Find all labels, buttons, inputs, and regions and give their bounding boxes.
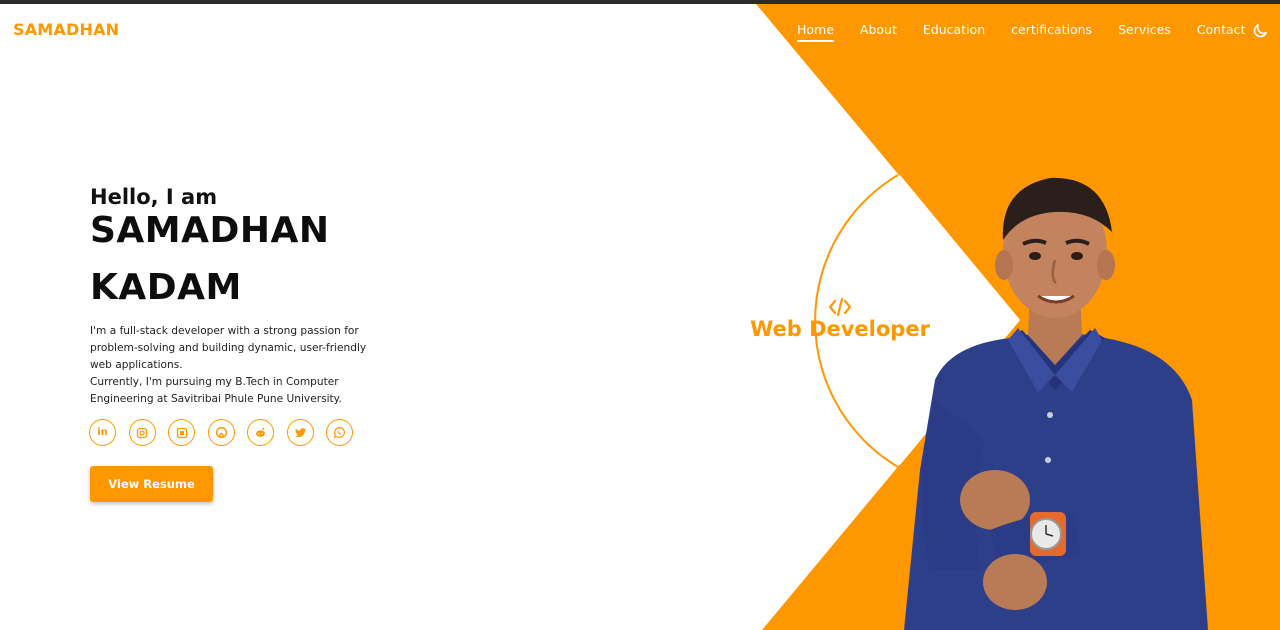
hero-intro: Hello, I am SAMADHAN KADAM I'm a full-st… — [90, 183, 410, 408]
linkedin-icon[interactable]: in — [89, 419, 116, 446]
hero-bio: I'm a full-stack developer with a strong… — [90, 323, 390, 408]
role-badge: Web Developer — [740, 297, 940, 341]
instagram-icon[interactable] — [128, 419, 156, 446]
social-links: in — [89, 419, 366, 446]
hero-last-name: KADAM — [90, 267, 242, 308]
reddit-glyph — [256, 427, 265, 437]
instagram-glyph — [136, 427, 148, 438]
navbar: SAMADHAN Home About Education certificat… — [0, 4, 1280, 56]
hero-first-name: SAMADHAN — [90, 210, 330, 251]
nav-link-about[interactable]: About — [860, 22, 897, 37]
bio-paragraph-1: I'm a full-stack developer with a strong… — [90, 325, 367, 371]
nav-link-certifications[interactable]: certifications — [1011, 22, 1092, 37]
profile-photo — [904, 177, 1208, 630]
hero-greeting: Hello, I am — [90, 185, 218, 209]
nav-link-education[interactable]: Education — [923, 22, 985, 37]
site-logo[interactable]: SAMADHAN — [13, 20, 119, 39]
github-icon[interactable] — [207, 419, 235, 446]
code-icon — [828, 297, 852, 317]
nav-menu: Home About Education certifications Serv… — [797, 22, 1271, 42]
twitter-glyph — [294, 428, 306, 438]
whatsapp-glyph — [334, 427, 345, 438]
twitter-icon[interactable] — [286, 419, 314, 446]
github-glyph — [215, 426, 227, 439]
bio-paragraph-2: Currently, I'm pursuing my B.Tech in Com… — [90, 376, 342, 405]
nav-link-home[interactable]: Home — [797, 22, 834, 42]
reddit-icon[interactable] — [247, 419, 274, 446]
nav-link-services[interactable]: Services — [1118, 22, 1171, 37]
moon-icon[interactable] — [1251, 22, 1269, 40]
blog-glyph — [176, 427, 187, 438]
blog-icon[interactable] — [168, 419, 195, 446]
linkedin-glyph: in — [97, 427, 108, 438]
whatsapp-icon[interactable] — [326, 419, 353, 446]
view-resume-button[interactable]: View Resume — [90, 466, 213, 502]
nav-link-contact[interactable]: Contact — [1197, 22, 1246, 37]
role-label: Web Developer — [750, 317, 930, 341]
